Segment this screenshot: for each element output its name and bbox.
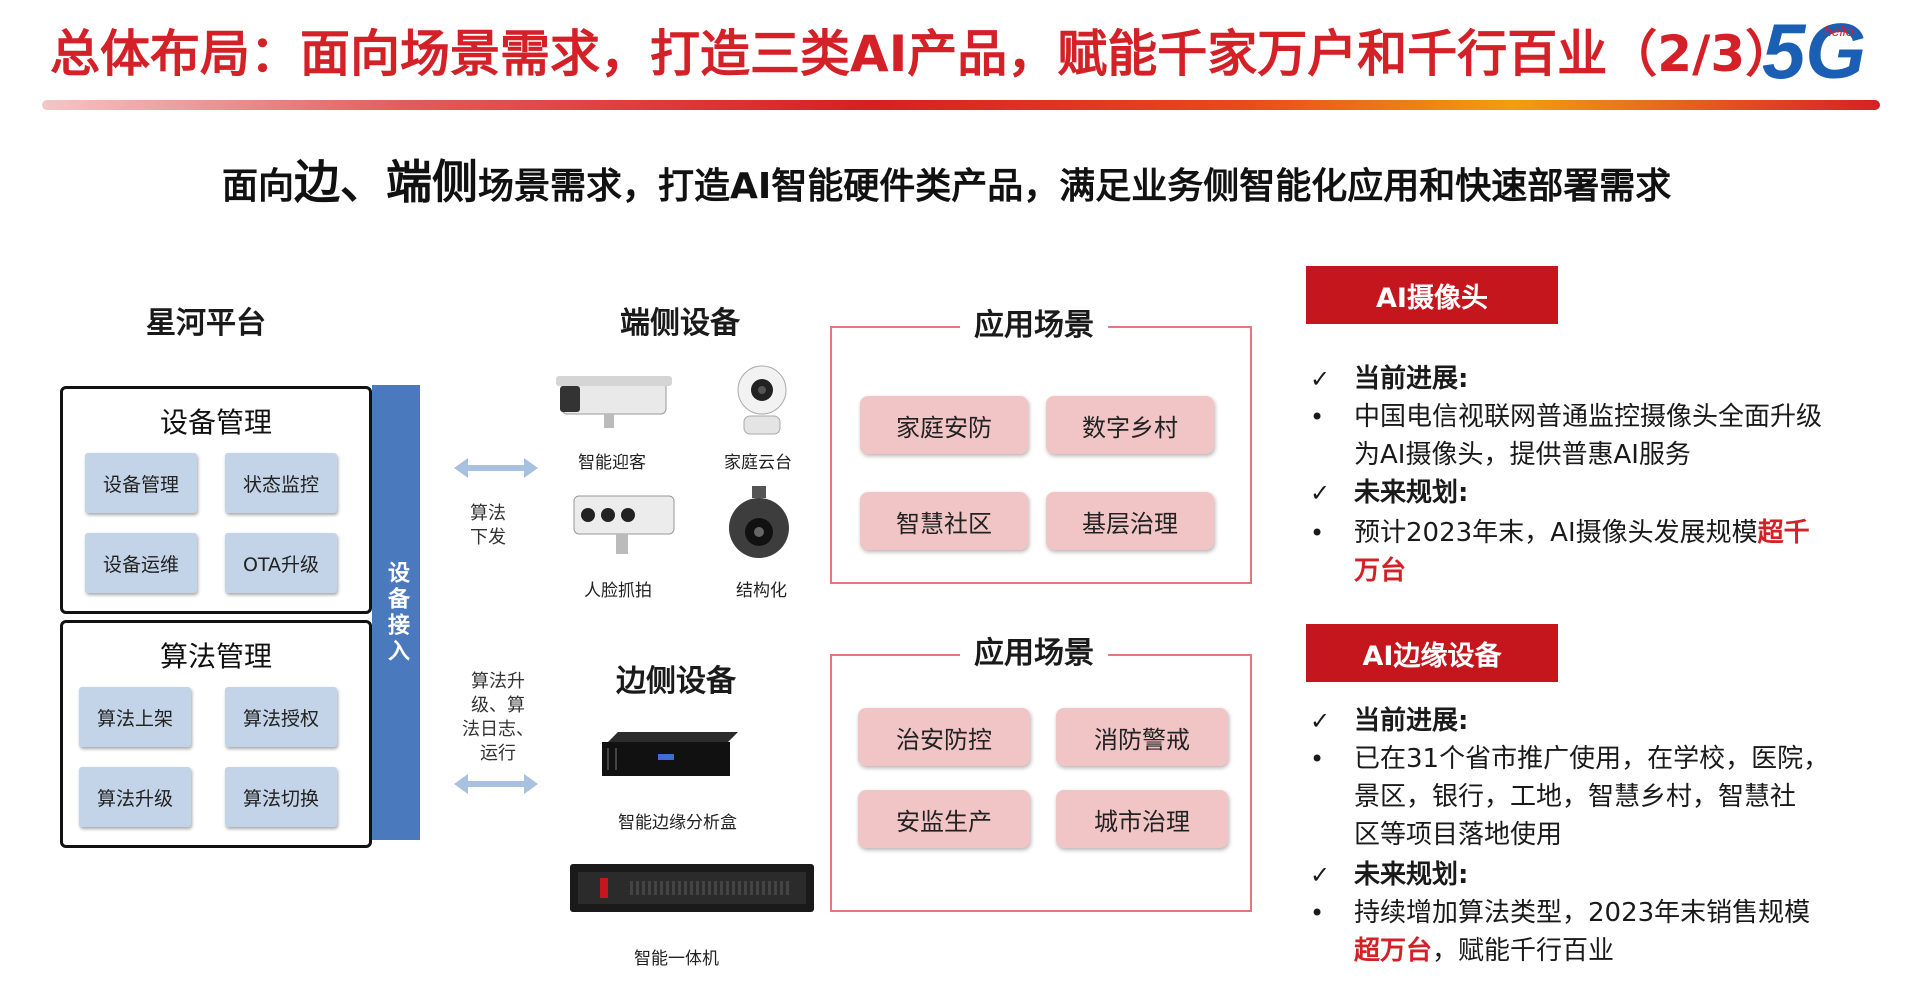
device-management-title: 设备管理 [159, 406, 272, 439]
subtitle-emphasis: 边、端侧 [294, 155, 479, 209]
bullet-icon: • [1310, 745, 1325, 773]
algo-deploy-label: 算法 下发 [470, 503, 506, 548]
face-capture-camera-icon [573, 495, 675, 554]
chip-algo-authorize: 算法授权 [225, 687, 337, 747]
edge-plan-line-2: 超万台，赋能千行百业 [1354, 936, 1615, 966]
page-subtitle: 面向边、端侧场景需求，打造AI智能硬件类产品，满足业务侧智能化应用和快速部署需求 [222, 146, 1671, 212]
subtitle-prefix: 面向 [222, 166, 295, 207]
algorithm-management-title: 算法管理 [159, 640, 272, 673]
dome-camera-icon [729, 486, 789, 558]
device-label-home-ptz: 家庭云台 [724, 453, 792, 473]
algorithm-management-panel: 算法管理 算法上架 算法授权 算法升级 算法切换 [60, 620, 372, 848]
smart-appliance-server-icon [570, 864, 814, 912]
scenes-panel-bottom [830, 654, 1252, 912]
device-management-panel: 设备管理 设备管理 状态监控 设备运维 OTA升级 [60, 386, 372, 614]
5g-hello-logo: 5G hello [1762, 7, 1866, 95]
edge-progress-heading: ✓ 当前进展: [1310, 702, 1468, 740]
edge-plan-line-1: • 持续增加算法类型，2023年末销售规模 [1310, 894, 1810, 932]
check-icon: ✓ [1310, 707, 1331, 735]
bullet-icon: • [1310, 519, 1325, 547]
edge-analysis-box-icon [602, 732, 738, 776]
algo-feedback-label: 算法升 级、算 法日志、 运行 [462, 671, 534, 764]
logo-hello-text: hello [1824, 23, 1854, 39]
bullet-icon: • [1310, 899, 1325, 927]
double-arrow-icon [454, 774, 538, 794]
edge-progress-line-1: • 已在31个省市推广使用，在学校，医院， [1310, 740, 1829, 778]
header-divider [42, 100, 1880, 110]
subtitle-rest: 场景需求，打造AI智能硬件类产品，满足业务侧智能化应用和快速部署需求 [478, 166, 1672, 207]
edge-progress-line-2: 景区，银行，工地，智慧乡村，智慧社 [1354, 782, 1797, 812]
device-label-smart-appliance: 智能一体机 [634, 949, 719, 969]
scene-city-governance: 城市治理 [1056, 790, 1228, 848]
chip-ota-upgrade: OTA升级 [225, 533, 337, 593]
scene-smart-community: 智慧社区 [860, 492, 1028, 550]
scenes-title-top: 应用场景 [960, 300, 1108, 344]
platform-title: 星河平台 [146, 306, 266, 341]
scene-public-security: 治安防控 [858, 708, 1030, 766]
device-label-face-capture: 人脸抓拍 [584, 581, 652, 601]
ai-edge-device-tag: AI边缘设备 [1306, 624, 1558, 682]
device-access-bar: 设备接入 [372, 385, 420, 840]
chip-status-monitor: 状态监控 [225, 453, 337, 513]
bullet-icon: • [1310, 403, 1325, 431]
double-arrow-icon [454, 458, 538, 478]
check-icon: ✓ [1310, 479, 1331, 507]
device-label-greeting: 智能迎客 [578, 453, 646, 473]
camera-plan-line-2: 万台 [1354, 556, 1407, 586]
scene-digital-village: 数字乡村 [1046, 396, 1214, 454]
edge-progress-line-3: 区等项目落地使用 [1354, 820, 1563, 850]
chip-algo-publish: 算法上架 [79, 687, 191, 747]
camera-progress-line-1: • 中国电信视联网普通监控摄像头全面升级 [1310, 398, 1822, 436]
home-ptz-camera-icon [737, 365, 787, 435]
device-label-structured: 结构化 [736, 581, 787, 601]
camera-plan-line-1: • 预计2023年末，AI摄像头发展规模超千 [1310, 514, 1810, 552]
logo-5g-text: 5G [1762, 7, 1866, 95]
chip-algo-switch: 算法切换 [225, 767, 337, 827]
scenes-title-bottom: 应用场景 [960, 628, 1108, 672]
chip-algo-upgrade: 算法升级 [79, 767, 191, 827]
chip-device-ops: 设备运维 [85, 533, 197, 593]
scene-home-security: 家庭安防 [860, 396, 1028, 454]
edge-devices-title: 边侧设备 [616, 664, 736, 699]
check-icon: ✓ [1310, 365, 1331, 393]
camera-plan-heading: ✓ 未来规划: [1310, 474, 1468, 512]
scene-fire-alert: 消防警戒 [1056, 708, 1228, 766]
page-title: 总体布局：面向场景需求，打造三类AI产品，赋能千家万户和千行百业（2/3） [50, 25, 1796, 83]
ai-camera-tag: AI摄像头 [1306, 266, 1558, 324]
scene-safety-production: 安监生产 [858, 790, 1030, 848]
check-icon: ✓ [1310, 861, 1331, 889]
camera-progress-heading: ✓ 当前进展: [1310, 360, 1468, 398]
device-label-edge-box: 智能边缘分析盒 [618, 813, 737, 833]
camera-progress-line-2: 为AI摄像头，提供普惠AI服务 [1354, 440, 1691, 470]
chip-device-management: 设备管理 [85, 453, 197, 513]
bullet-camera-icon [556, 376, 672, 428]
scene-grassroots-governance: 基层治理 [1046, 492, 1214, 550]
edge-plan-heading: ✓ 未来规划: [1310, 856, 1468, 894]
end-devices-title: 端侧设备 [620, 306, 740, 341]
